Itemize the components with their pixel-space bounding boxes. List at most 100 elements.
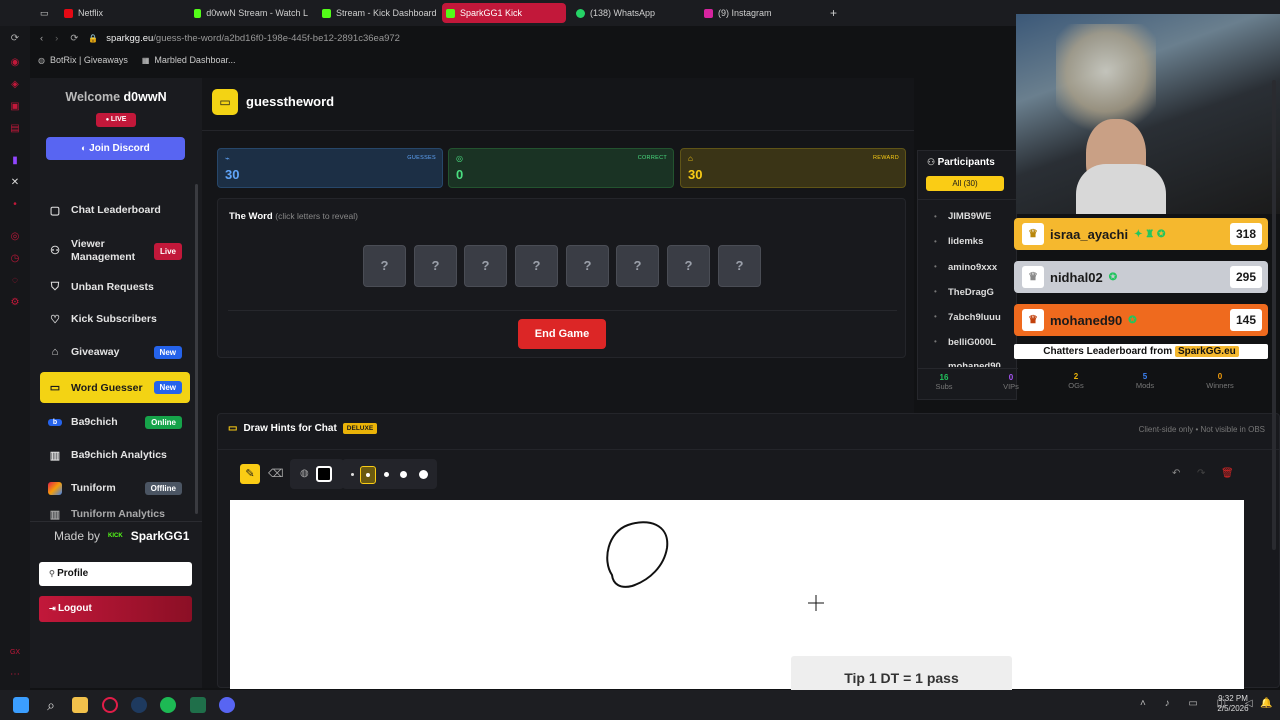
header-divider [202, 130, 914, 131]
letter-tile[interactable]: ? [616, 245, 659, 287]
gx-icon[interactable]: GX [8, 646, 22, 660]
logout-button[interactable]: ⇥ Logout [39, 596, 192, 622]
sidebar-item-giveaway[interactable]: ⌂ Giveaway New [40, 337, 190, 367]
color-swatch-black[interactable] [316, 466, 332, 482]
stat-label: Mods [1135, 381, 1155, 390]
letter-tile[interactable]: ? [363, 245, 406, 287]
sidebar-item-label: Chat Leaderboard [71, 204, 161, 216]
overlay-leaderboard-row-1: ♛ israa_ayachi ✦ ♜ ✪ 318 [1014, 218, 1268, 250]
notification-bell-icon[interactable]: 🔔 [1260, 698, 1272, 709]
page-scrollbar[interactable] [1272, 80, 1276, 550]
spotify-icon[interactable] [160, 697, 176, 713]
badge-icon: ✪ [1128, 314, 1137, 326]
opera-app-icon[interactable]: ◉ [8, 56, 22, 70]
participant-name[interactable]: amino9xxx [948, 262, 997, 273]
end-game-button[interactable]: End Game [518, 319, 606, 349]
sidebar-item-tuniform-analytics[interactable]: ▥ Tuniform Analytics [40, 508, 190, 520]
tab-label: (9) Instagram [718, 8, 772, 18]
letter-tile[interactable]: ? [464, 245, 507, 287]
url-field[interactable]: sparkgg.eu/guess-the-word/a2bd16f0-198e-… [106, 33, 400, 44]
activity-icon: ⌁ [225, 154, 230, 163]
profile-button[interactable]: ⚲ Profile [39, 562, 192, 586]
windows-start-icon[interactable] [13, 697, 29, 713]
participant-name[interactable]: TheDragG [948, 287, 994, 298]
opera-app-icon[interactable]: ◈ [8, 78, 22, 92]
sidebar-item-tuniform[interactable]: Tuniform Offline [40, 473, 190, 503]
sidebar-item-ba9chich-analytics[interactable]: ▥ Ba9chich Analytics [40, 440, 190, 470]
shield-icon: ⛉ [50, 280, 60, 293]
settings-icon[interactable]: ⚙ [8, 296, 22, 310]
clock[interactable]: 9:32 PM 2/5/2026 [1215, 694, 1251, 714]
twitch-icon[interactable]: ▮ [8, 154, 22, 168]
bookmark-botrix[interactable]: ◍ BotRix | Giveaways [38, 55, 128, 65]
instagram-icon [704, 8, 713, 18]
letter-tile[interactable]: ? [718, 245, 761, 287]
tab-label: d0wwN Stream - Watch L [206, 8, 308, 18]
undo-icon[interactable]: ↶ [1172, 468, 1180, 479]
eraser-tool-button[interactable]: ⌫ [268, 467, 284, 480]
tab-stream[interactable]: d0wwN Stream - Watch L [190, 3, 308, 23]
brush-size-xs[interactable] [351, 473, 354, 476]
refresh-icon[interactable]: ⟳ [8, 32, 22, 46]
brush-size-sm-selected[interactable] [360, 466, 376, 484]
redo-icon[interactable]: ↷ [1197, 468, 1205, 479]
opera-app-icon[interactable]: ▣ [8, 100, 22, 114]
participant-name[interactable]: 7abch9luuu [948, 312, 1001, 323]
made-by-text: Made by [54, 529, 101, 543]
xbox-icon[interactable] [190, 697, 206, 713]
opera-app-icon[interactable]: ▤ [8, 122, 22, 136]
brush-size-xl[interactable] [419, 470, 428, 479]
forward-icon[interactable]: › [55, 33, 58, 44]
participant-name[interactable]: belliG000L [948, 337, 996, 348]
steam-icon[interactable] [131, 697, 147, 713]
letter-tile[interactable]: ? [515, 245, 558, 287]
bookmark-marbled[interactable]: ▦ Marbled Dashboar... [142, 55, 236, 65]
clock-icon[interactable]: ◷ [8, 252, 22, 266]
bullet-icon: • [934, 262, 937, 271]
search-icon[interactable]: ⌕ [43, 697, 59, 713]
brush-size-lg[interactable] [400, 471, 407, 478]
drawing-canvas[interactable] [230, 500, 1244, 689]
opera-app-icon[interactable]: ◎ [8, 230, 22, 244]
participant-name[interactable]: mohaned90 [948, 361, 1001, 367]
participants-filter-all[interactable]: All (30) [926, 176, 1004, 191]
file-explorer-icon[interactable] [72, 697, 88, 713]
sidebar-item-chat-leaderboard[interactable]: ▢ Chat Leaderboard [40, 195, 190, 225]
join-discord-button[interactable]: ◐ Join Discord [46, 137, 185, 160]
tab-sparkgg1-kick[interactable]: SparkGG1 Kick [442, 3, 566, 23]
stat-value: 2 [1073, 372, 1079, 381]
footer-brand: SparkGG.eu [1174, 346, 1239, 357]
sidebar-item-kick-subscribers[interactable]: ♡ Kick Subscribers [40, 304, 190, 334]
discord-icon[interactable] [219, 697, 235, 713]
palette-icon[interactable]: ◍ [300, 468, 309, 479]
pencil-tool-button[interactable]: ✎ [240, 464, 260, 484]
tab-whatsapp[interactable]: (138) WhatsApp [572, 3, 692, 23]
x-icon[interactable]: ✕ [8, 176, 22, 190]
stat-label: Subs [935, 382, 953, 391]
tab-instagram[interactable]: (9) Instagram [700, 3, 820, 23]
letter-tile[interactable]: ? [667, 245, 710, 287]
reload-icon[interactable]: ⟳ [70, 33, 78, 44]
letter-tile[interactable]: ? [566, 245, 609, 287]
opera-app-icon[interactable]: ◌ [8, 274, 22, 288]
sidebar-item-word-guesser[interactable]: ▭ Word Guesser New [40, 372, 190, 403]
brush-size-md[interactable] [384, 472, 389, 477]
letter-tile[interactable]: ? [414, 245, 457, 287]
participant-name[interactable]: lidemks [948, 236, 983, 247]
new-tab-button[interactable]: + [826, 3, 837, 23]
sidebar-scrollbar[interactable] [195, 184, 198, 514]
trash-icon[interactable]: 🗑 [1221, 468, 1234, 479]
participant-name[interactable]: JIMB9WE [948, 211, 991, 222]
more-icon[interactable]: ⋯ [8, 668, 22, 682]
opera-sidebar-rail: O ⟳ ◉ ◈ ▣ ▤ ▮ ✕ • ◎ ◷ ◌ ⚙ GX ⋯ [0, 0, 30, 690]
tab-netflix[interactable]: Netflix [60, 3, 185, 23]
sidebar-item-unban-requests[interactable]: ⛉ Unban Requests [40, 272, 190, 302]
back-icon[interactable]: ‹ [40, 33, 43, 44]
tab-kick-dashboard[interactable]: Stream - Kick Dashboard [318, 3, 438, 23]
opera-gx-icon[interactable] [102, 697, 118, 713]
sidebar-item-viewer-management[interactable]: ⚇ Viewer Management Live [40, 233, 190, 269]
tab-list-icon[interactable]: ▭ [36, 3, 50, 23]
opera-app-icon[interactable]: • [8, 198, 22, 212]
stat-reward: ⌂ REWARD 30 [680, 148, 906, 188]
sidebar-item-ba9chich[interactable]: b Ba9chich Online [40, 407, 190, 437]
